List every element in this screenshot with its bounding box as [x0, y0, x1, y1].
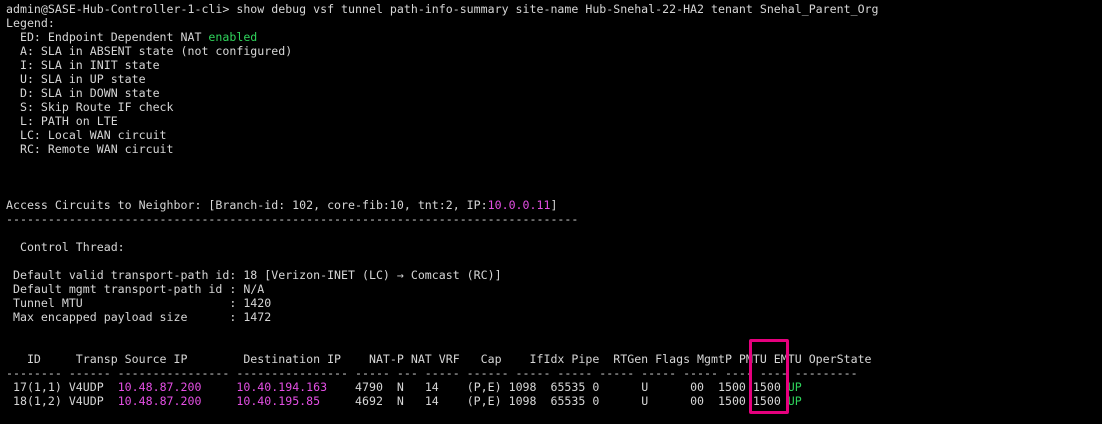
- row-id-transp: 18(1,2) V4UDP: [6, 394, 118, 408]
- legend-s: S: Skip Route IF check: [6, 100, 174, 114]
- row-oper-state: UP: [787, 380, 802, 394]
- command-prompt: admin@SASE-Hub-Controller-1-cli> show de…: [6, 2, 879, 16]
- row-dest-ip: 10.40.195.85: [236, 394, 321, 408]
- row-pad: [201, 394, 236, 408]
- table-underline: -------- ------ ---------------- -------…: [6, 366, 858, 380]
- neighbor-ip: 10.0.0.11: [487, 198, 551, 212]
- row-source-ip: 10.48.87.200: [117, 394, 202, 408]
- legend-a: A: SLA in ABSENT state (not configured): [6, 44, 293, 58]
- legend-title: Legend:: [6, 16, 55, 30]
- max-payload-size: Max encapped payload size : 1472: [6, 310, 272, 324]
- table-header: ID Transp Source IP Destination IP NAT-P…: [6, 352, 872, 366]
- legend-rc: RC: Remote WAN circuit: [6, 142, 174, 156]
- row-oper-state: UP: [787, 394, 802, 408]
- legend-lc: LC: Local WAN circuit: [6, 128, 167, 142]
- row-fields: 4692 N 14 (P,E) 1098 65535 0 U 00 1500 1…: [320, 394, 788, 408]
- access-circuits-line: Access Circuits to Neighbor: [Branch-id:…: [6, 198, 1102, 212]
- legend-ed-label: ED: Endpoint Dependent NAT: [6, 30, 209, 44]
- legend-u: U: SLA in UP state: [6, 72, 146, 86]
- table-row: 18(1,2) V4UDP 10.48.87.200 10.40.195.85 …: [6, 394, 1102, 408]
- pmtu-highlight-box: [749, 339, 789, 414]
- control-thread-heading: Control Thread:: [6, 240, 125, 254]
- terminal-output: admin@SASE-Hub-Controller-1-cli> show de…: [6, 2, 1102, 408]
- legend-ed: ED: Endpoint Dependent NAT enabled: [6, 30, 1102, 44]
- row-source-ip: 10.48.87.200: [117, 380, 202, 394]
- row-pad: [201, 380, 236, 394]
- row-fields: 4790 N 14 (P,E) 1098 65535 0 U 00 1500 1…: [327, 380, 788, 394]
- separator-line: ----------------------------------------…: [6, 212, 579, 226]
- row-id-transp: 17(1,1) V4UDP: [6, 380, 118, 394]
- tunnel-mtu: Tunnel MTU : 1420: [6, 296, 272, 310]
- access-circuits-label: Access Circuits to Neighbor: [Branch-id:…: [6, 198, 488, 212]
- default-mgmt-path: Default mgmt transport-path id : N/A: [6, 282, 265, 296]
- access-circuits-close: ]: [550, 198, 558, 212]
- table-row: 17(1,1) V4UDP 10.48.87.200 10.40.194.163…: [6, 380, 1102, 394]
- default-valid-path: Default valid transport-path id: 18 [Ver…: [6, 268, 502, 282]
- legend-d: D: SLA in DOWN state: [6, 86, 160, 100]
- legend-i: I: SLA in INIT state: [6, 58, 160, 72]
- legend-ed-status: enabled: [208, 30, 258, 44]
- legend-l: L: PATH on LTE: [6, 114, 118, 128]
- row-dest-ip: 10.40.194.163: [236, 380, 328, 394]
